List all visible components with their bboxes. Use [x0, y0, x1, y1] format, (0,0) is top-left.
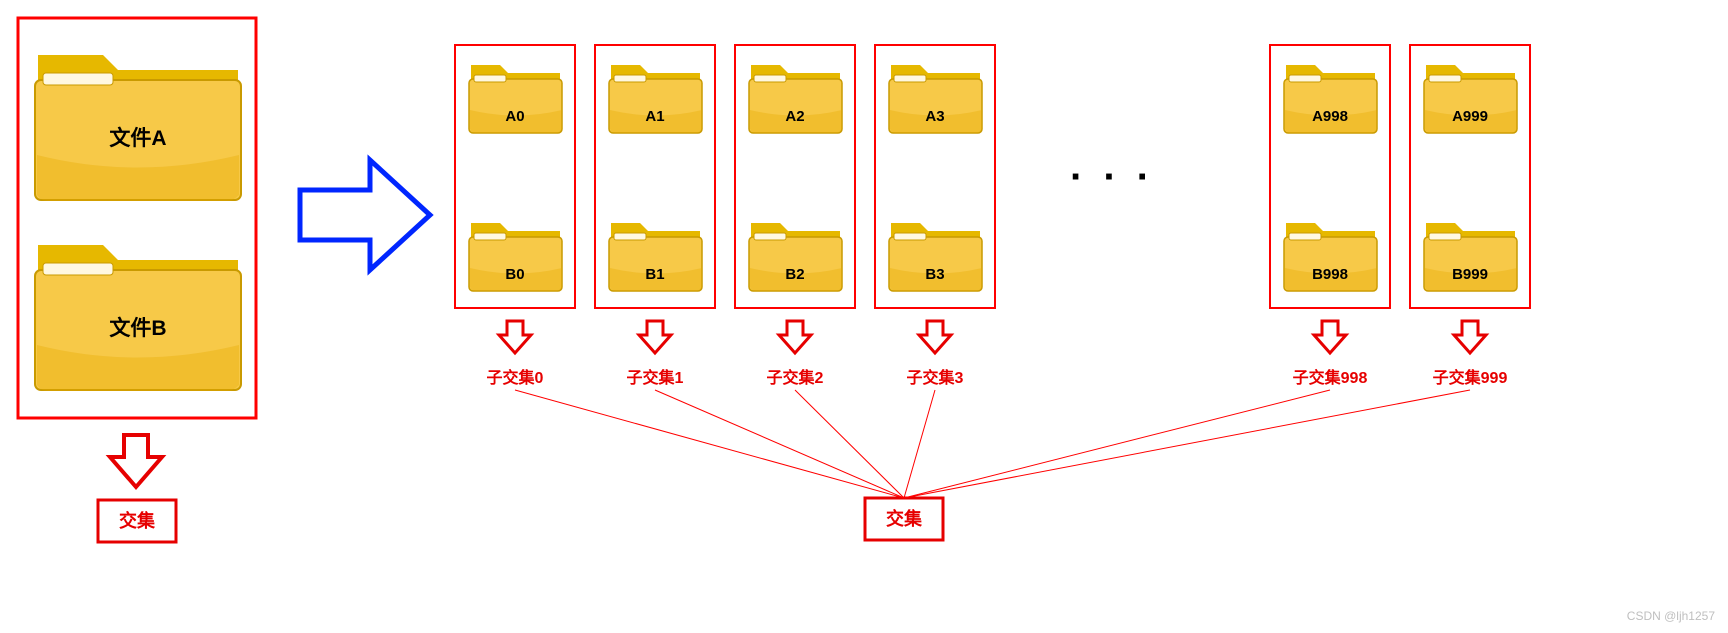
- left-intersection-label: 交集: [119, 510, 156, 531]
- down-arrow-icon: [499, 321, 531, 353]
- folder-b-label: B0: [505, 266, 524, 283]
- folder-b-label: B1: [645, 266, 664, 283]
- sub-intersection-label: 子交集2: [767, 368, 824, 387]
- left-source-box: 文件A 文件B: [18, 18, 256, 418]
- column: A1 B1 子交集1: [595, 45, 715, 387]
- folder-b-label: B998: [1312, 266, 1348, 283]
- folder-a-label: A999: [1452, 108, 1488, 125]
- down-arrow-icon: [919, 321, 951, 353]
- folder-b-label: B3: [925, 266, 944, 283]
- sub-intersection-label: 子交集999: [1433, 368, 1508, 387]
- down-arrow-icon: [1314, 321, 1346, 353]
- big-right-arrow: [300, 160, 430, 270]
- sub-intersection-label: 子交集1: [627, 368, 684, 387]
- sub-intersection-label: 子交集0: [487, 368, 544, 387]
- folder-a-label: A998: [1312, 108, 1348, 125]
- down-arrow-icon: [639, 321, 671, 353]
- watermark: CSDN @ljh1257: [1627, 609, 1716, 623]
- folder-a-label: A1: [645, 108, 664, 125]
- columns: A0 B0 子交集0 A1 B1 子交集1 A2 B2 子交集2 A3 B3 子交集3 A998 B998…: [455, 45, 1530, 387]
- column: A998 B998 子交集998: [1270, 45, 1390, 387]
- folder-a-label: A2: [785, 108, 804, 125]
- down-arrow-icon: [779, 321, 811, 353]
- column: A3 B3 子交集3: [875, 45, 995, 387]
- folder-b-label: B2: [785, 266, 804, 283]
- right-intersection-label: 交集: [886, 508, 923, 529]
- column: A999 B999 子交集999: [1410, 45, 1530, 387]
- folder-a-label: A0: [505, 108, 524, 125]
- convergence-lines: [515, 390, 1470, 498]
- sub-intersection-label: 子交集3: [907, 368, 964, 387]
- ellipsis: ···: [1070, 155, 1170, 199]
- folder-a-label: A3: [925, 108, 944, 125]
- right-intersection-box: 交集: [865, 498, 943, 540]
- folder-b-label: B999: [1452, 266, 1488, 283]
- diagram: 文件A 文件B 交集 A0 B0 子交集0 A1 B1 子交集1 A2 B2 子交集2 A3 B3 子…: [0, 0, 1728, 633]
- column: A2 B2 子交集2: [735, 45, 855, 387]
- file-b-label: 文件B: [109, 316, 166, 340]
- file-a-label: 文件A: [109, 126, 166, 150]
- column: A0 B0 子交集0: [455, 45, 575, 387]
- sub-intersection-label: 子交集998: [1293, 368, 1368, 387]
- left-down-arrow: [110, 435, 162, 487]
- left-intersection-box: 交集: [98, 500, 176, 542]
- down-arrow-icon: [1454, 321, 1486, 353]
